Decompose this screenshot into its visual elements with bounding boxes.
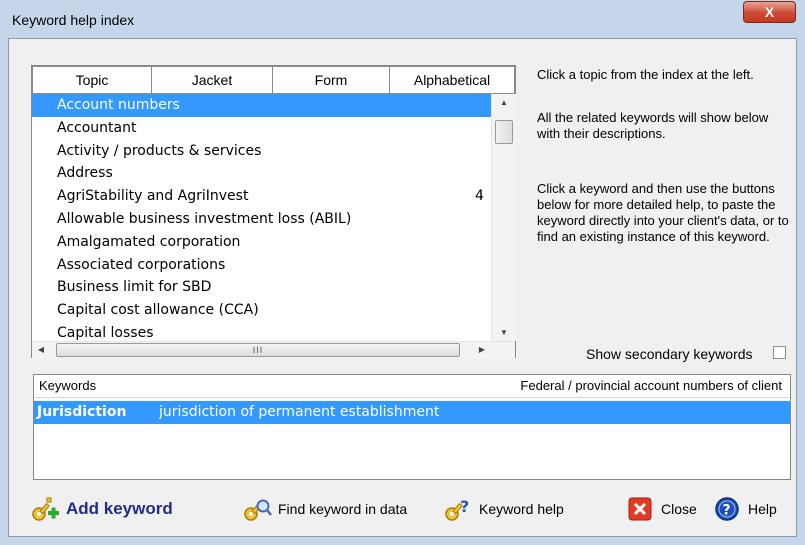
instruction-text-1: Click a topic from the index at the left… xyxy=(537,67,754,82)
keyword-help-window: Keyword help index X Topic Jacket Form A… xyxy=(0,0,805,545)
close-button[interactable]: Close xyxy=(625,494,697,524)
keywords-header-label: Keywords xyxy=(39,378,97,393)
scroll-down-icon[interactable]: ▼ xyxy=(492,324,516,341)
scroll-left-icon[interactable]: ◀ xyxy=(32,342,50,358)
topic-label: Allowable business investment loss (ABIL… xyxy=(57,210,352,227)
topic-label: Capital losses xyxy=(57,324,154,341)
window-close-button[interactable]: X xyxy=(743,1,796,23)
topic-label: AgriStability and AgriInvest xyxy=(57,188,249,205)
topic-label: Accountant xyxy=(57,119,137,136)
svg-text:?: ? xyxy=(723,503,731,519)
close-label: Close xyxy=(661,501,697,517)
instruction-text-2: All the related keywords will show below… xyxy=(537,110,769,141)
topic-item[interactable]: AgriStability and AgriInvest 4 xyxy=(32,185,491,208)
topic-label: Activity / products & services xyxy=(57,142,262,159)
vertical-scrollbar[interactable]: ▲ ▼ xyxy=(491,94,516,341)
key-help-icon: ? xyxy=(443,494,473,524)
keywords-panel: Keywords Federal / provincial account nu… xyxy=(33,374,791,480)
help-icon: ? xyxy=(712,494,742,524)
topic-item[interactable]: Address xyxy=(32,162,491,185)
keyword-description: jurisdiction of permanent establishment xyxy=(159,404,440,420)
topic-item[interactable]: Activity / products & services xyxy=(32,140,491,163)
add-keyword-label: Add keyword xyxy=(66,499,173,518)
window-title: Keyword help index xyxy=(12,12,135,28)
help-button[interactable]: ? Help xyxy=(712,494,777,524)
horizontal-scroll-thumb[interactable]: III xyxy=(56,343,460,357)
topic-item[interactable]: Capital losses xyxy=(32,322,491,341)
instruction-text-3: Click a keyword and then use the buttons… xyxy=(537,181,789,244)
topic-label: Capital cost allowance (CCA) xyxy=(57,302,259,319)
scroll-up-icon[interactable]: ▲ xyxy=(492,94,516,111)
tab-alphabetical[interactable]: Alphabetical xyxy=(389,66,515,94)
tab-jacket[interactable]: Jacket xyxy=(151,66,273,94)
index-tabs: Topic Jacket Form Alphabetical xyxy=(32,66,515,94)
secondary-keywords-checkbox[interactable] xyxy=(773,346,786,359)
topic-label: Address xyxy=(57,165,113,182)
keywords-topic-description: Federal / provincial account numbers of … xyxy=(520,378,782,393)
add-keyword-button[interactable]: Add keyword xyxy=(30,494,173,524)
keyword-help-label: Keyword help xyxy=(479,501,564,517)
topic-label: Amalgamated corporation xyxy=(57,233,241,250)
topic-item[interactable]: Business limit for SBD xyxy=(32,276,491,299)
topic-label: Account numbers xyxy=(57,97,180,113)
title-bar: Keyword help index X xyxy=(0,0,805,40)
keywords-header: Keywords Federal / provincial account nu… xyxy=(34,375,790,398)
topic-item[interactable]: Associated corporations xyxy=(32,254,491,277)
find-key-icon xyxy=(242,494,272,524)
vertical-scroll-thumb[interactable] xyxy=(495,120,513,144)
close-icon xyxy=(625,494,655,524)
topic-list-panel: Topic Jacket Form Alphabetical Account n… xyxy=(31,65,516,358)
topic-label: Business limit for SBD xyxy=(57,279,212,296)
tab-form[interactable]: Form xyxy=(272,66,390,94)
topic-item[interactable]: Allowable business investment loss (ABIL… xyxy=(32,208,491,231)
add-key-icon xyxy=(30,494,60,524)
keyword-row[interactable]: Jurisdiction jurisdiction of permanent e… xyxy=(34,401,790,424)
topic-item[interactable]: Capital cost allowance (CCA) xyxy=(32,299,491,322)
topic-item[interactable]: Account numbers xyxy=(32,94,491,117)
help-label: Help xyxy=(748,501,777,517)
keyword-help-button[interactable]: ? Keyword help xyxy=(443,494,564,524)
scroll-right-icon[interactable]: ▶ xyxy=(473,342,491,358)
tab-topic[interactable]: Topic xyxy=(32,66,152,94)
topic-list: Account numbers Accountant Activity / prod… xyxy=(32,94,491,341)
horizontal-scrollbar[interactable]: ◀ III ▶ xyxy=(32,341,515,358)
keyword-name: Jurisdiction xyxy=(37,404,127,420)
find-keyword-label: Find keyword in data xyxy=(278,501,408,517)
topic-label: Associated corporations xyxy=(57,256,226,273)
topic-item[interactable]: Accountant xyxy=(32,117,491,140)
svg-text:?: ? xyxy=(460,497,469,516)
find-keyword-button[interactable]: Find keyword in data xyxy=(242,494,407,524)
topic-item[interactable]: Amalgamated corporation xyxy=(32,231,491,254)
topic-count: 4 xyxy=(475,188,484,205)
secondary-keywords-label: Show secondary keywords xyxy=(586,346,753,362)
